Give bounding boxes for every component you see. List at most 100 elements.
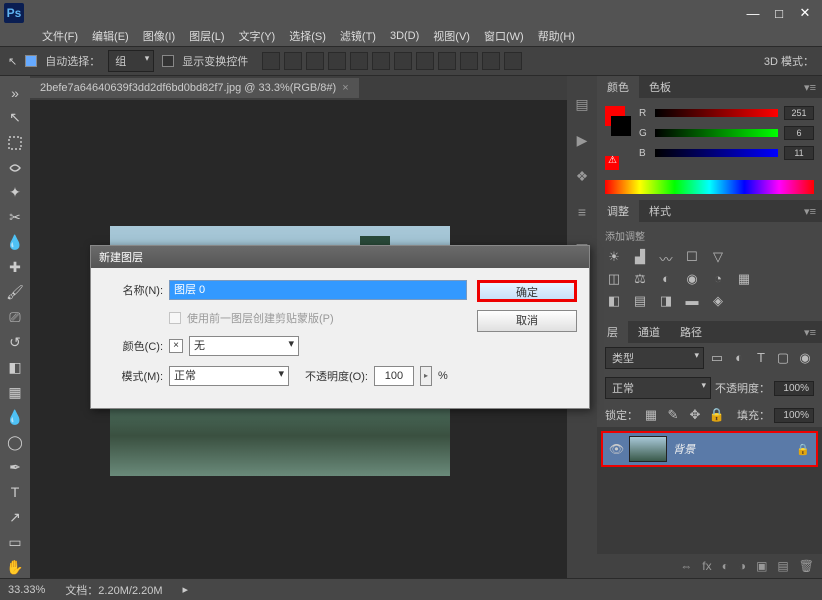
lock-move-icon[interactable]: ✥: [686, 407, 704, 423]
align-btn[interactable]: [394, 52, 412, 70]
menu-help[interactable]: 帮助(H): [532, 26, 581, 46]
lasso-tool[interactable]: [4, 157, 26, 179]
align-btn[interactable]: [262, 52, 280, 70]
tab-color[interactable]: 颜色: [597, 76, 639, 98]
marquee-tool[interactable]: [4, 132, 26, 154]
stamp-tool[interactable]: ⎚: [4, 307, 26, 329]
heal-tool[interactable]: ✚: [4, 257, 26, 279]
mixer-icon[interactable]: ◔: [709, 271, 727, 287]
r-value[interactable]: 251: [784, 106, 814, 120]
status-arrow-icon[interactable]: ▸: [183, 583, 189, 596]
gradient-map-icon[interactable]: ▬: [683, 293, 701, 309]
opacity-input[interactable]: 100: [374, 366, 414, 386]
levels-icon[interactable]: ▟: [631, 249, 649, 265]
balance-icon[interactable]: ⚖: [631, 271, 649, 287]
fill-adjust-icon[interactable]: ◑: [739, 559, 746, 573]
tab-paths[interactable]: 路径: [670, 321, 712, 343]
panel-menu-icon[interactable]: ▾≡: [798, 326, 822, 339]
lookup-icon[interactable]: ▦: [735, 271, 753, 287]
invert-icon[interactable]: ◧: [605, 293, 623, 309]
auto-select-checkbox[interactable]: [25, 55, 37, 67]
show-transform-checkbox[interactable]: [162, 55, 174, 67]
brush-tool[interactable]: 🖌: [4, 282, 26, 304]
blur-tool[interactable]: 💧: [4, 406, 26, 428]
shape-tool[interactable]: ▭: [4, 531, 26, 553]
move-tool[interactable]: ↖: [4, 107, 26, 129]
align-btn[interactable]: [306, 52, 324, 70]
align-btn[interactable]: [328, 52, 346, 70]
r-slider[interactable]: [655, 109, 778, 117]
panel-menu-icon[interactable]: ▾≡: [798, 205, 822, 218]
align-btn[interactable]: [504, 52, 522, 70]
cancel-button[interactable]: 取消: [477, 310, 577, 332]
menu-image[interactable]: 图像(I): [137, 26, 181, 46]
type-tool[interactable]: T: [4, 481, 26, 503]
auto-select-dropdown[interactable]: 组: [108, 50, 154, 72]
layer-name[interactable]: 背景: [673, 441, 695, 457]
threshold-icon[interactable]: ◨: [657, 293, 675, 309]
group-icon[interactable]: ▣: [756, 559, 767, 573]
filter-type-icon[interactable]: T: [752, 350, 770, 366]
history-brush-tool[interactable]: ↺: [4, 332, 26, 354]
minimize-button[interactable]: —: [740, 4, 766, 22]
brightness-icon[interactable]: ☀: [605, 249, 623, 265]
filter-kind-dropdown[interactable]: 类型: [605, 347, 704, 369]
align-btn[interactable]: [372, 52, 390, 70]
curves-icon[interactable]: 〰: [657, 249, 675, 265]
menu-layer[interactable]: 图层(L): [183, 26, 230, 46]
tab-adjustments[interactable]: 调整: [597, 200, 639, 222]
filter-shape-icon[interactable]: ▢: [774, 350, 792, 366]
lock-brush-icon[interactable]: ✎: [664, 407, 682, 423]
eyedropper-tool[interactable]: 💧: [4, 232, 26, 254]
exposure-icon[interactable]: ☐: [683, 249, 701, 265]
color-dropdown[interactable]: 无: [189, 336, 299, 356]
navigator-panel-icon[interactable]: ❖: [573, 168, 591, 186]
gradient-tool[interactable]: ▦: [4, 381, 26, 403]
menu-file[interactable]: 文件(F): [36, 26, 84, 46]
bw-icon[interactable]: ◐: [657, 271, 675, 287]
tab-close-icon[interactable]: ×: [342, 82, 348, 94]
new-layer-icon[interactable]: ▤: [777, 559, 788, 573]
filter-image-icon[interactable]: ▭: [708, 350, 726, 366]
layer-thumbnail[interactable]: [629, 436, 667, 462]
hand-tool[interactable]: ✋: [4, 556, 26, 578]
warning-swatch[interactable]: ⚠: [605, 156, 619, 170]
eraser-tool[interactable]: ◧: [4, 356, 26, 378]
fill-value[interactable]: 100%: [774, 408, 814, 423]
b-slider[interactable]: [655, 149, 778, 157]
align-btn[interactable]: [438, 52, 456, 70]
b-value[interactable]: 11: [784, 146, 814, 160]
blend-mode-dropdown[interactable]: 正常: [605, 377, 711, 399]
layer-row-background[interactable]: 👁 背景 🔒: [601, 431, 818, 467]
color-spectrum[interactable]: [605, 180, 814, 194]
align-btn[interactable]: [482, 52, 500, 70]
link-icon[interactable]: ⇔: [680, 559, 692, 573]
menu-edit[interactable]: 编辑(E): [86, 26, 135, 46]
g-slider[interactable]: [655, 129, 778, 137]
close-button[interactable]: ✕: [792, 4, 818, 22]
align-btn[interactable]: [284, 52, 302, 70]
mode-dropdown[interactable]: 正常: [169, 366, 289, 386]
menu-select[interactable]: 选择(S): [283, 26, 332, 46]
trash-icon[interactable]: 🗑: [799, 559, 814, 573]
mask-icon[interactable]: ◐: [722, 559, 729, 573]
lock-all-icon[interactable]: 🔒: [708, 407, 726, 423]
visibility-icon[interactable]: 👁: [609, 442, 623, 456]
dodge-tool[interactable]: ◯: [4, 431, 26, 453]
info-panel-icon[interactable]: ≡: [573, 204, 591, 222]
align-btn[interactable]: [416, 52, 434, 70]
menu-window[interactable]: 窗口(W): [478, 26, 530, 46]
opacity-value[interactable]: 100%: [774, 381, 814, 396]
filter-smart-icon[interactable]: ◉: [796, 350, 814, 366]
document-tab[interactable]: 2befe7a64640639f3dd2df6bd0bd82f7.jpg @ 3…: [30, 78, 359, 98]
align-btn[interactable]: [350, 52, 368, 70]
maximize-button[interactable]: □: [766, 4, 792, 22]
menu-view[interactable]: 视图(V): [427, 26, 476, 46]
g-value[interactable]: 6: [784, 126, 814, 140]
wand-tool[interactable]: ✦: [4, 182, 26, 204]
filter-adjust-icon[interactable]: ◐: [730, 350, 748, 366]
panel-menu-icon[interactable]: ▾≡: [798, 81, 822, 94]
history-panel-icon[interactable]: ▤: [573, 96, 591, 114]
opacity-stepper[interactable]: ▸: [420, 366, 432, 386]
selective-icon[interactable]: ◈: [709, 293, 727, 309]
